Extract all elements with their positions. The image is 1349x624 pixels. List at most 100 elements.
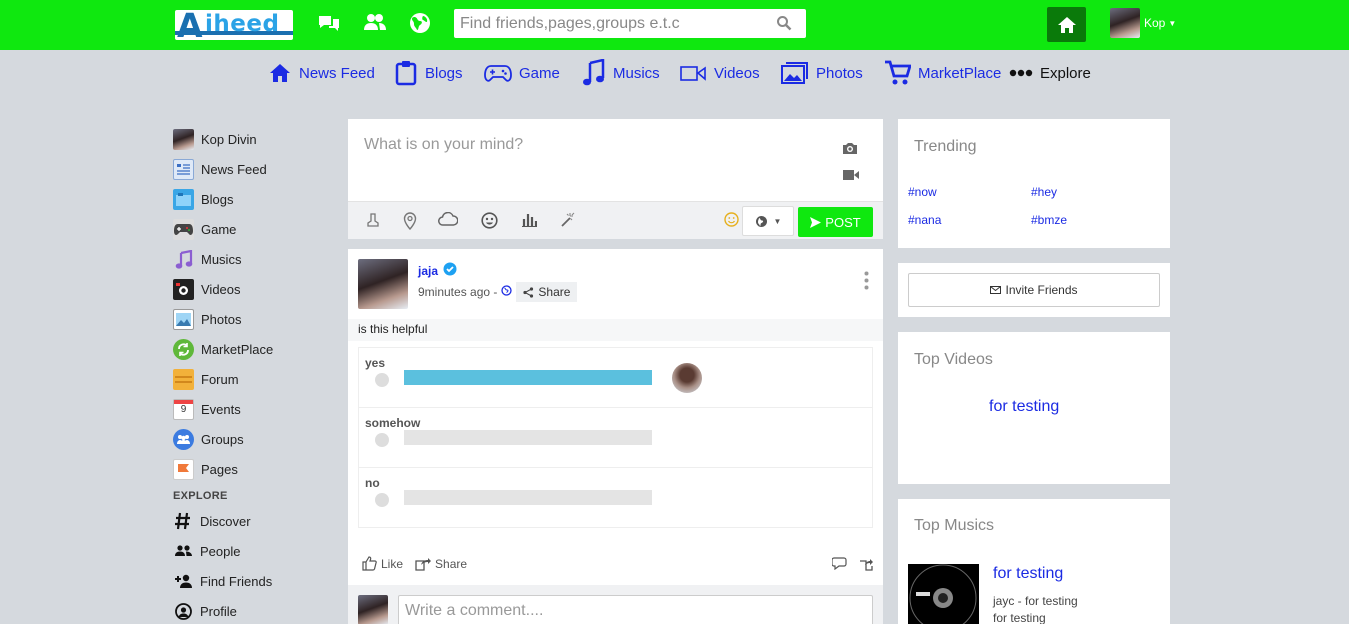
forum-icon <box>173 368 194 390</box>
sidebar-item-profile[interactable]: Profile <box>173 596 333 624</box>
composer-toolbar: ▼ POST <box>348 201 883 239</box>
cart-icon <box>885 60 911 85</box>
sidebar-item-label: MarketPlace <box>201 341 274 357</box>
cloud-icon[interactable] <box>438 211 459 229</box>
emoji-icon[interactable] <box>481 212 498 232</box>
nav-label: Videos <box>714 64 760 82</box>
sidebar-item-pages[interactable]: Pages <box>173 454 333 484</box>
nav-explore[interactable]: Explore <box>1009 60 1091 86</box>
sidebar-item-label: Forum <box>201 371 239 387</box>
photos-icon <box>781 62 808 84</box>
post-actions: Like Share <box>362 556 479 571</box>
top-video-link[interactable]: for testing <box>989 398 1059 416</box>
sidebar-item-events[interactable]: 9 Events <box>173 394 333 424</box>
poll-option-label: somehow <box>365 416 421 430</box>
sidebar-item-label: Game <box>201 221 237 237</box>
sidebar-item-game[interactable]: Game <box>173 214 333 244</box>
poll-option[interactable]: yes <box>359 348 872 408</box>
globe-icon[interactable] <box>407 10 433 36</box>
invite-friends-button[interactable]: Invite Friends <box>908 273 1160 307</box>
top-musics-title: Top Musics <box>914 517 995 534</box>
poll-option[interactable]: no <box>359 468 872 528</box>
camera-icon[interactable] <box>842 141 858 158</box>
video-camera-icon[interactable] <box>842 169 860 184</box>
share-icon <box>523 286 534 298</box>
poll-radio[interactable] <box>375 493 389 507</box>
trending-tag[interactable]: #hey <box>1031 185 1057 199</box>
voter-avatar[interactable] <box>672 363 702 393</box>
nav-game[interactable]: Game <box>484 60 560 86</box>
top-musics-card: Top Musics for testing jayc - for testin… <box>898 499 1170 624</box>
nav-videos[interactable]: Videos <box>680 60 760 86</box>
logo-letter: A <box>177 10 203 40</box>
poll-option[interactable]: somehow <box>359 408 872 468</box>
messages-icon[interactable] <box>316 10 342 36</box>
post-button[interactable]: POST <box>798 207 873 237</box>
flag-icon <box>173 458 194 480</box>
comments-icon[interactable] <box>820 557 847 574</box>
feeling-icon[interactable] <box>366 212 382 231</box>
nav-label: Game <box>519 64 560 82</box>
share-chip-button[interactable]: Share <box>516 282 578 302</box>
search-input[interactable] <box>454 9 754 38</box>
poll-option-label: no <box>365 476 380 490</box>
friends-icon[interactable] <box>362 10 388 36</box>
search-box <box>454 9 806 38</box>
nav-musics[interactable]: Musics <box>582 59 660 86</box>
avatar[interactable] <box>358 259 408 309</box>
comment-input[interactable]: Write a comment.... <box>398 595 873 624</box>
sidebar-item-groups[interactable]: Groups <box>173 424 333 454</box>
like-button[interactable]: Like <box>362 556 403 571</box>
share-button[interactable]: Share <box>415 556 467 571</box>
trending-tag[interactable]: #now <box>908 185 937 199</box>
sidebar-item-blogs[interactable]: Blogs <box>173 184 333 214</box>
trending-tag[interactable]: #bmze <box>1031 213 1067 227</box>
gamepad-icon <box>484 65 512 82</box>
nav-news-feed[interactable]: News Feed <box>268 60 375 86</box>
sidebar-item-label: News Feed <box>201 161 267 177</box>
poll-radio[interactable] <box>375 373 389 387</box>
site-logo[interactable]: A iheed <box>175 10 293 40</box>
calendar-icon: 9 <box>173 398 194 420</box>
sidebar-item-profile-user[interactable]: Kop Divin <box>173 124 333 154</box>
post-author-name: jaja <box>418 263 439 278</box>
sidebar-item-forum[interactable]: Forum <box>173 364 333 394</box>
poll-chart-icon[interactable] <box>522 212 538 230</box>
home-button[interactable] <box>1047 7 1086 42</box>
sidebar-item-musics[interactable]: Musics <box>173 244 333 274</box>
magic-wand-icon[interactable] <box>559 212 575 231</box>
globe-icon <box>755 215 767 227</box>
poll-radio[interactable] <box>375 433 389 447</box>
search-icon[interactable] <box>776 15 792 34</box>
reshare-icon[interactable] <box>847 557 873 574</box>
nav-blogs[interactable]: Blogs <box>394 60 463 86</box>
user-menu[interactable]: Kop ▼ <box>1110 8 1176 38</box>
left-sidebar: Kop Divin News Feed Blogs Game Musics Vi… <box>173 124 333 624</box>
location-icon[interactable] <box>403 212 417 233</box>
trending-tag[interactable]: #nana <box>908 213 941 227</box>
smiley-icon[interactable] <box>724 212 739 230</box>
clipboard-icon <box>395 61 417 86</box>
sidebar-item-discover[interactable]: Discover <box>173 506 333 536</box>
chevron-down-icon: ▼ <box>1168 18 1177 28</box>
sidebar-item-marketplace[interactable]: MarketPlace <box>173 334 333 364</box>
more-options-icon[interactable] <box>864 271 869 293</box>
comment-bar: Write a comment.... <box>348 585 883 624</box>
sidebar-item-videos[interactable]: Videos <box>173 274 333 304</box>
sidebar-item-photos[interactable]: Photos <box>173 304 333 334</box>
nav-marketplace[interactable]: MarketPlace <box>884 60 1001 86</box>
privacy-dropdown[interactable]: ▼ <box>742 206 794 236</box>
music-cover-art[interactable] <box>908 564 979 624</box>
post-author[interactable]: jaja <box>418 262 457 279</box>
top-music-link[interactable]: for testing <box>993 565 1063 583</box>
composer-input[interactable]: What is on your mind? <box>364 136 523 154</box>
poll-bar-track <box>404 490 652 505</box>
sidebar-item-news-feed[interactable]: News Feed <box>173 154 333 184</box>
nav-photos[interactable]: Photos <box>781 60 863 86</box>
music-description: for testing <box>993 611 1046 624</box>
sidebar-item-people[interactable]: People <box>173 536 333 566</box>
video-icon <box>173 278 194 300</box>
sidebar-item-label: Videos <box>201 281 241 297</box>
home-icon <box>1057 16 1076 33</box>
sidebar-item-find-friends[interactable]: Find Friends <box>173 566 333 596</box>
